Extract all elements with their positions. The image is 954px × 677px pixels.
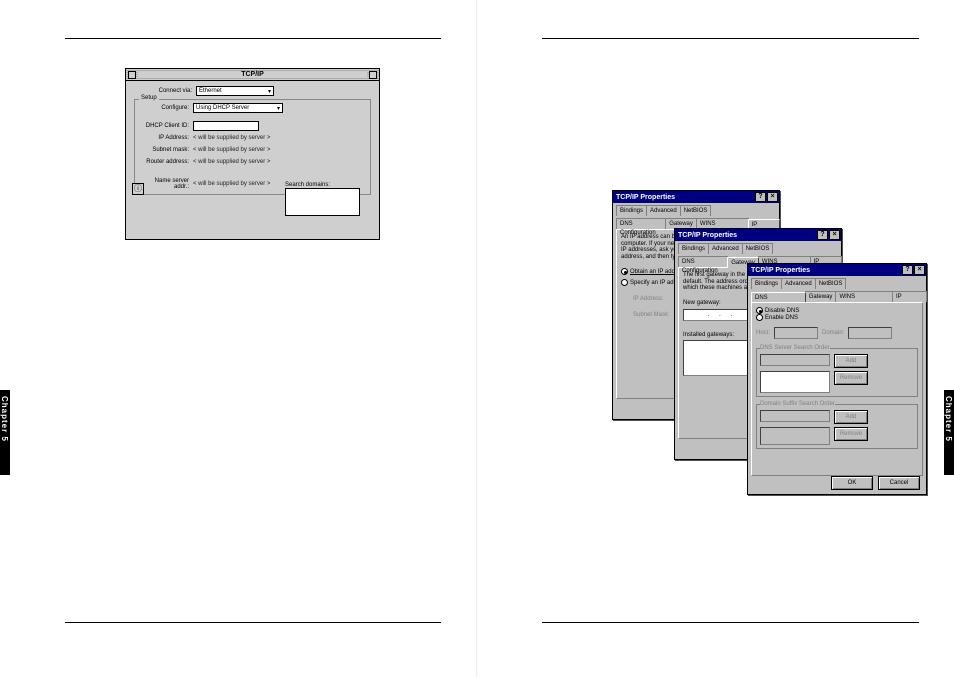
tab-advanced[interactable]: Advanced [708, 243, 743, 254]
search-domains-input[interactable] [285, 188, 360, 216]
connect-via-select[interactable]: Ethernet ▾ [196, 86, 274, 96]
dns-panel: Disable DNS Enable DNS Host: Domain: DNS… [751, 302, 923, 476]
mac-zoom-box[interactable] [369, 71, 377, 79]
connect-via-value: Ethernet [199, 88, 222, 94]
cancel-button[interactable]: Cancel [878, 476, 920, 490]
tab-netbios[interactable]: NetBIOS [815, 278, 847, 289]
tab-netbios[interactable]: NetBIOS [742, 243, 774, 254]
page-left: Chapter 5 TCP/IP Connect via: Ethernet ▾… [0, 0, 477, 677]
name-server-label: Name server addr.: [139, 178, 193, 190]
rule-bottom [542, 622, 919, 623]
tab-row-1: Bindings Advanced NetBIOS [675, 241, 841, 254]
disable-dns-row[interactable]: Disable DNS [756, 307, 918, 314]
tab-bindings[interactable]: Bindings [751, 278, 782, 289]
help-button[interactable]: ? [755, 192, 766, 202]
tab-advanced[interactable]: Advanced [781, 278, 816, 289]
dialog-actions: OK Cancel [831, 476, 920, 490]
domain-suffix-label: Domain Suffix Search Order [760, 401, 835, 407]
chapter-tab-label: Chapter 5 [944, 390, 953, 442]
mac-tcpip-window: TCP/IP Connect via: Ethernet ▾ Setup Con… [125, 68, 380, 240]
win-title: TCP/IP Properties [616, 194, 675, 201]
ip-address-value: < will be supplied by server > [193, 135, 270, 141]
win-titlebar: TCP/IP Properties ? × [748, 264, 926, 276]
host-label: Host: [756, 330, 770, 336]
mac-titlebar: TCP/IP [126, 69, 379, 81]
host-input[interactable] [774, 327, 818, 339]
setup-fieldset: Setup Configure: Using DHCP Server ▾ DHC… [134, 99, 371, 195]
mac-close-box[interactable] [128, 71, 136, 79]
tab-ipaddress[interactable]: IP Address [892, 291, 927, 302]
dns-search-order-label: DNS Server Search Order [760, 345, 830, 351]
rule-bottom [65, 622, 441, 623]
tab-dns[interactable]: DNS Configuration [678, 256, 728, 267]
name-server-value: < will be supplied by server > [193, 181, 270, 187]
connect-via-label: Connect via: [134, 88, 196, 94]
dns-remove-button[interactable]: Remove [834, 371, 868, 385]
dns-search-order-group: DNS Server Search Order Add Remove [756, 345, 918, 397]
tab-bindings[interactable]: Bindings [678, 243, 709, 254]
tab-gateway[interactable]: Gateway [805, 291, 837, 302]
dns-server-list[interactable] [760, 371, 830, 393]
subnet-mask-value: < will be supplied by server > [193, 147, 270, 153]
mac-body: Connect via: Ethernet ▾ Setup Configure:… [126, 81, 379, 199]
radio-icon [756, 314, 763, 321]
domain-input[interactable] [848, 327, 892, 339]
chapter-tab-label: Chapter 5 [0, 390, 9, 442]
radio-icon [756, 307, 763, 314]
ok-button[interactable]: OK [831, 476, 873, 490]
suffix-add-input[interactable] [760, 410, 830, 422]
win-titlebar: TCP/IP Properties ? × [675, 229, 841, 241]
enable-dns-label: Enable DNS [765, 315, 798, 321]
tab-row-2: DNS Configuration Gateway WINS Configura… [748, 289, 926, 302]
setup-legend: Setup [139, 95, 159, 101]
suffix-remove-button[interactable]: Remove [834, 427, 868, 441]
radio-icon [621, 268, 628, 275]
close-button[interactable]: × [829, 230, 840, 240]
page-right: Chapter 5 TCP/IP Properties ? × Bindings… [477, 0, 954, 677]
dhcp-client-id-label: DHCP Client ID: [139, 123, 193, 129]
tab-bindings[interactable]: Bindings [616, 205, 647, 216]
chevron-down-icon: ▾ [277, 105, 280, 112]
chapter-tab: Chapter 5 [944, 390, 954, 475]
dns-add-button[interactable]: Add [834, 354, 868, 368]
tab-advanced[interactable]: Advanced [646, 205, 681, 216]
dhcp-client-id-input[interactable] [193, 121, 259, 131]
configure-select[interactable]: Using DHCP Server ▾ [193, 103, 283, 113]
ip-address-label: IP Address: [139, 135, 193, 141]
chapter-tab: Chapter 5 [0, 390, 10, 475]
subnet-mask-label: Subnet mask: [139, 147, 193, 153]
close-button[interactable]: × [914, 265, 925, 275]
win-title: TCP/IP Properties [678, 232, 737, 239]
close-button[interactable]: × [767, 192, 778, 202]
router-address-value: < will be supplied by server > [193, 159, 270, 165]
suffix-add-button[interactable]: Add [834, 410, 868, 424]
help-button[interactable]: ? [817, 230, 828, 240]
domain-suffix-group: Domain Suffix Search Order Add Remove [756, 401, 918, 449]
dns-add-input[interactable] [760, 354, 830, 366]
info-icon[interactable]: ⓘ [132, 183, 144, 195]
win-titlebar: TCP/IP Properties ? × [613, 191, 779, 203]
configure-label: Configure: [139, 105, 193, 111]
windows-dialogs-figure: TCP/IP Properties ? × Bindings Advanced … [532, 0, 932, 520]
tcpip-properties-dns: TCP/IP Properties ? × Bindings Advanced … [747, 263, 927, 495]
domain-label: Domain: [822, 330, 844, 336]
search-domains-group: Search domains: [285, 182, 360, 216]
help-button[interactable]: ? [902, 265, 913, 275]
configure-value: Using DHCP Server [196, 105, 249, 111]
tab-wins[interactable]: WINS Configuration [835, 291, 893, 302]
rule-top [65, 38, 441, 39]
win-title: TCP/IP Properties [751, 267, 810, 274]
chevron-down-icon: ▾ [268, 88, 271, 95]
router-address-label: Router address: [139, 159, 193, 165]
suffix-list[interactable] [760, 427, 830, 445]
tab-netbios[interactable]: NetBIOS [680, 205, 712, 216]
radio-icon [621, 279, 628, 286]
mac-window-title: TCP/IP [138, 71, 367, 78]
tab-row-1: Bindings Advanced NetBIOS [748, 276, 926, 289]
tab-row-1: Bindings Advanced NetBIOS [613, 203, 779, 216]
tab-dns[interactable]: DNS Configuration [616, 218, 666, 229]
enable-dns-row[interactable]: Enable DNS [756, 314, 918, 321]
